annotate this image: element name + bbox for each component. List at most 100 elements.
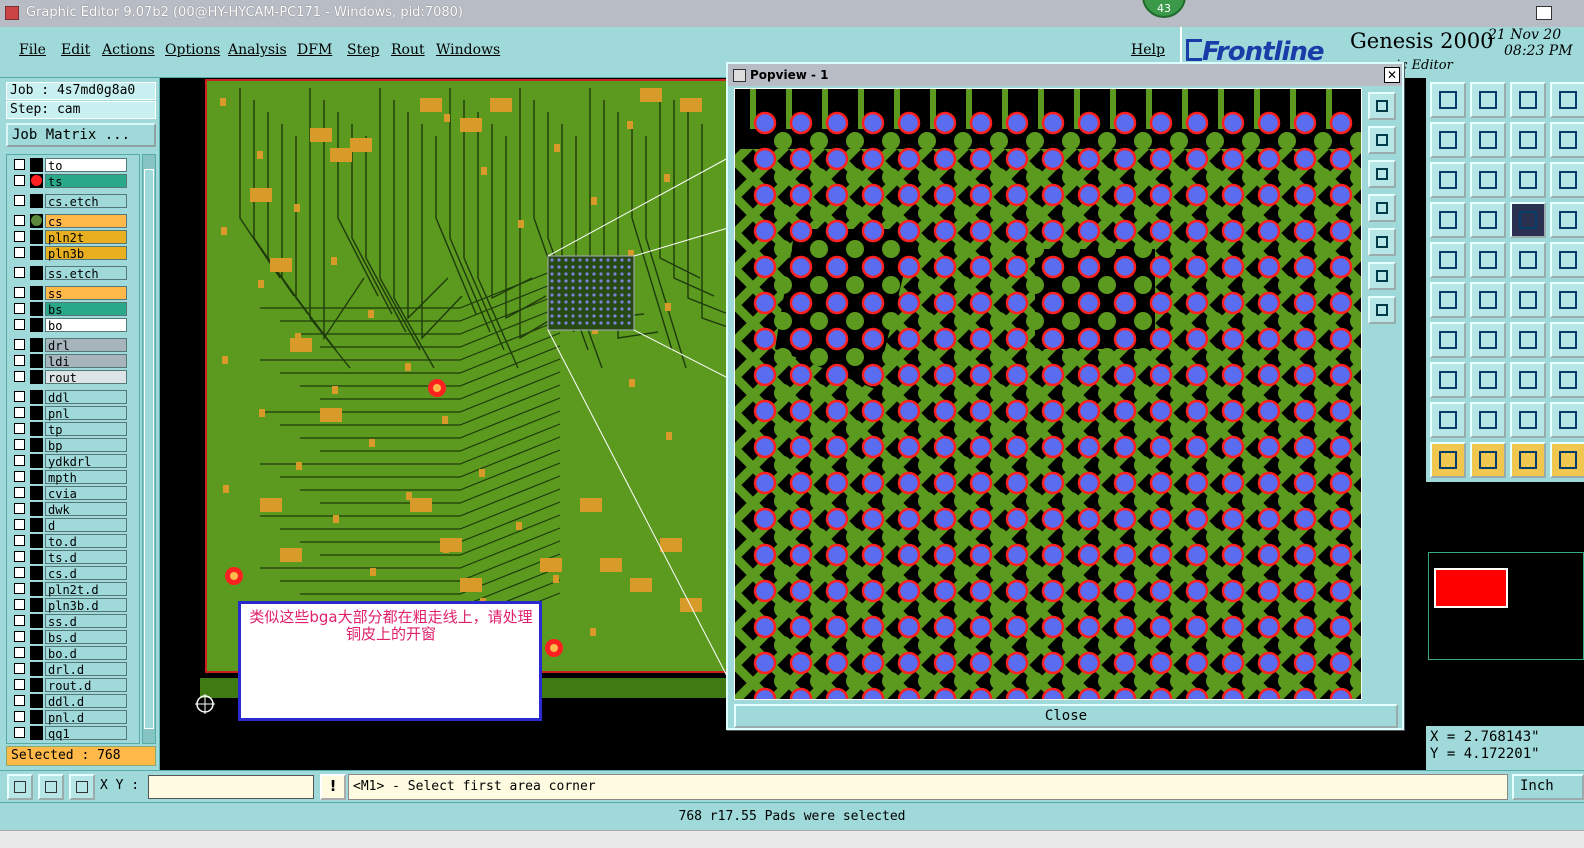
layer-color-tool-button[interactable] <box>1510 202 1546 238</box>
layer-affected-marker[interactable] <box>30 266 43 280</box>
layer-name[interactable]: pln3b.d <box>45 598 127 613</box>
layer-checkbox[interactable] <box>14 551 25 562</box>
layer-checkbox[interactable] <box>14 391 25 402</box>
snap-angle-button[interactable] <box>38 774 64 800</box>
layer-row-ts[interactable]: ts <box>9 174 139 189</box>
layer-affected-marker[interactable] <box>30 318 43 332</box>
menu-dfm[interactable]: DFM <box>297 42 332 58</box>
layer-affected-marker[interactable] <box>30 174 43 188</box>
job-matrix-button[interactable]: Job Matrix ... <box>6 123 156 147</box>
triangle-c-tool-button[interactable] <box>1550 402 1584 438</box>
layer-name[interactable]: bp <box>45 438 127 453</box>
layer-affected-marker[interactable] <box>30 390 43 404</box>
zoom-area-tool-button[interactable] <box>1510 82 1546 118</box>
menu-file[interactable]: File <box>19 42 46 58</box>
layer-affected-marker[interactable] <box>30 582 43 596</box>
layer-checkbox[interactable] <box>14 355 25 366</box>
layer-checkbox[interactable] <box>14 519 25 530</box>
measure-tool-button[interactable] <box>1430 202 1466 238</box>
layer-checkbox[interactable] <box>14 535 25 546</box>
layer-name[interactable]: ss.d <box>45 614 127 629</box>
menu-options[interactable]: Options <box>165 42 220 58</box>
move-tool-button[interactable] <box>1510 282 1546 318</box>
layer-row-cvia[interactable]: cvia <box>9 486 139 501</box>
layer-affected-marker[interactable] <box>30 502 43 516</box>
layer-row-ts-d[interactable]: ts.d <box>9 550 139 565</box>
layer-row-tp[interactable]: tp <box>9 422 139 437</box>
snap-center-button[interactable] <box>69 774 95 800</box>
layer-affected-marker[interactable] <box>30 422 43 436</box>
layer-checkbox[interactable] <box>14 647 25 658</box>
layer-checkbox[interactable] <box>14 455 25 466</box>
delete-tool-button[interactable] <box>1550 242 1584 278</box>
layer-checkbox[interactable] <box>14 423 25 434</box>
popview-pan-left-button[interactable] <box>1368 194 1396 222</box>
layer-affected-marker[interactable] <box>30 534 43 548</box>
layer-row-pln3b-d[interactable]: pln3b.d <box>9 598 139 613</box>
menu-analysis[interactable]: Analysis <box>228 42 287 58</box>
layer-checkbox[interactable] <box>14 287 25 298</box>
layer-checkbox[interactable] <box>14 319 25 330</box>
layer-row-bo[interactable]: bo <box>9 318 139 333</box>
layer-affected-marker[interactable] <box>30 710 43 724</box>
layer-checkbox[interactable] <box>14 663 25 674</box>
layer-name[interactable]: cs.etch <box>45 194 127 209</box>
layer-checkbox[interactable] <box>14 303 25 314</box>
layer-affected-marker[interactable] <box>30 486 43 500</box>
layer-affected-marker[interactable] <box>30 566 43 580</box>
popview-zoom-in-button[interactable] <box>1368 262 1396 290</box>
prompt-button[interactable]: ! <box>320 774 346 800</box>
layer-name[interactable]: ldi <box>45 354 127 369</box>
layer-row-rout-d[interactable]: rout.d <box>9 678 139 693</box>
layer-row-ldi[interactable]: ldi <box>9 354 139 369</box>
layer-name[interactable]: qq1 <box>45 726 127 741</box>
layer-affected-marker[interactable] <box>30 662 43 676</box>
layer-row-cs-d[interactable]: cs.d <box>9 566 139 581</box>
add-pad-tool-button[interactable] <box>1430 242 1466 278</box>
layer-checkbox[interactable] <box>14 159 25 170</box>
layer-affected-marker[interactable] <box>30 550 43 564</box>
layer-checkbox[interactable] <box>14 231 25 242</box>
layer-row-bp[interactable]: bp <box>9 438 139 453</box>
select-tool-button[interactable] <box>1430 442 1466 478</box>
popview-pan-up-button[interactable] <box>1368 126 1396 154</box>
layer-checkbox[interactable] <box>14 583 25 594</box>
node-tool-button[interactable] <box>1430 362 1466 398</box>
jog-tool-button[interactable] <box>1470 362 1506 398</box>
layer-row-pnl[interactable]: pnl <box>9 406 139 421</box>
layer-row-bo-d[interactable]: bo.d <box>9 646 139 661</box>
layer-checkbox[interactable] <box>14 487 25 498</box>
menu-edit[interactable]: Edit <box>61 42 90 58</box>
connect-tool-button[interactable] <box>1430 282 1466 318</box>
layer-checkbox[interactable] <box>14 439 25 450</box>
scale-tool-button[interactable] <box>1510 162 1546 198</box>
polygon-tool-button[interactable] <box>1430 322 1466 358</box>
layer-checkbox[interactable] <box>14 247 25 258</box>
view-fit-tool-button[interactable] <box>1470 82 1506 118</box>
layer-affected-marker[interactable] <box>30 646 43 660</box>
layer-row-to-d[interactable]: to.d <box>9 534 139 549</box>
layer-name[interactable]: ts <box>45 174 127 189</box>
layer-name[interactable]: pnl.d <box>45 710 127 725</box>
layer-affected-marker[interactable] <box>30 614 43 628</box>
layer-affected-marker[interactable] <box>30 630 43 644</box>
color-preview-swatch[interactable] <box>1434 568 1508 608</box>
layer-row-qq1[interactable]: qq1 <box>9 726 139 741</box>
popview-pan-down-button[interactable] <box>1368 160 1396 188</box>
layer-name[interactable]: pln2t.d <box>45 582 127 597</box>
layer-affected-marker[interactable] <box>30 694 43 708</box>
layer-row-mpth[interactable]: mpth <box>9 470 139 485</box>
layer-affected-marker[interactable] <box>30 214 43 228</box>
layer-checkbox[interactable] <box>14 503 25 514</box>
layer-name[interactable]: cvia <box>45 486 127 501</box>
layer-row-ss-etch[interactable]: ss.etch <box>9 266 139 281</box>
line-edit-tool-button[interactable] <box>1470 322 1506 358</box>
layer-name[interactable]: bs <box>45 302 127 317</box>
layer-affected-marker[interactable] <box>30 470 43 484</box>
cut-tool-button[interactable] <box>1470 282 1506 318</box>
layer-affected-marker[interactable] <box>30 246 43 260</box>
select-point-tool-button[interactable] <box>1470 442 1506 478</box>
arc-tool-button[interactable] <box>1510 322 1546 358</box>
layer-name[interactable]: pnl <box>45 406 127 421</box>
layer-checkbox[interactable] <box>14 567 25 578</box>
